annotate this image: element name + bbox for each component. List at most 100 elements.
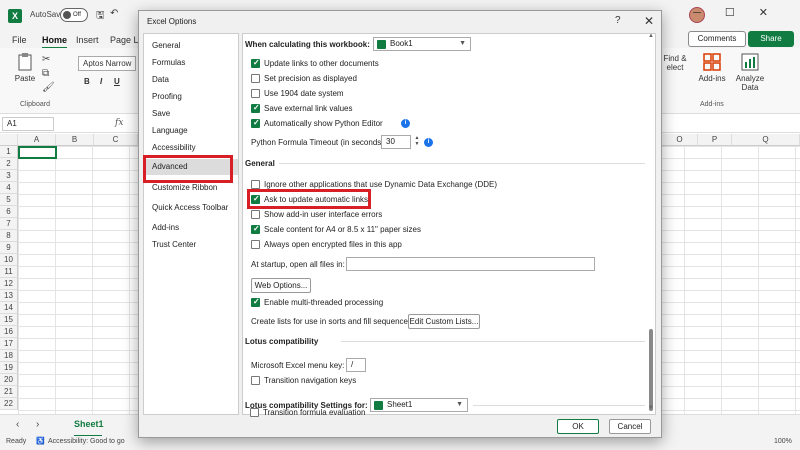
ok-button[interactable]: OK: [557, 419, 599, 434]
nav-item-trust-center[interactable]: Trust Center: [144, 237, 238, 253]
web-options-button[interactable]: Web Options...: [251, 278, 311, 293]
help-icon[interactable]: ?: [615, 15, 621, 26]
save-external-links-checkbox[interactable]: [251, 103, 260, 113]
row-header[interactable]: 13: [0, 290, 18, 302]
row-header[interactable]: 16: [0, 326, 18, 338]
show-addin-errors-checkbox[interactable]: [251, 210, 260, 219]
transition-nav-checkbox[interactable]: [251, 376, 260, 385]
nav-item-quick-access-toolbar[interactable]: Quick Access Toolbar: [144, 200, 238, 216]
col-header-q[interactable]: Q: [732, 134, 800, 146]
python-timeout-input[interactable]: 30: [381, 135, 411, 149]
bold-button[interactable]: B: [84, 77, 90, 86]
nav-item-proofing[interactable]: Proofing: [144, 89, 238, 105]
row-header[interactable]: 4: [0, 182, 18, 194]
nav-item-language[interactable]: Language: [144, 123, 238, 139]
row-header[interactable]: 12: [0, 278, 18, 290]
autosave-toggle[interactable]: Off: [60, 8, 88, 22]
multithread-checkbox[interactable]: [251, 297, 260, 307]
row-header[interactable]: 6: [0, 206, 18, 218]
italic-button[interactable]: I: [100, 77, 102, 86]
cancel-button[interactable]: Cancel: [609, 419, 651, 434]
format-painter-icon[interactable]: 🖌: [42, 82, 55, 93]
row-header[interactable]: 14: [0, 302, 18, 314]
nav-item-formulas[interactable]: Formulas: [144, 55, 238, 71]
row-header[interactable]: 18: [0, 350, 18, 362]
row-header[interactable]: 2: [0, 158, 18, 170]
col-header-a[interactable]: A: [18, 134, 56, 146]
analyze-data-button[interactable]: Analyze Data: [734, 52, 766, 92]
open-encrypted-checkbox[interactable]: [251, 240, 260, 249]
scroll-up-icon[interactable]: ▲: [647, 33, 655, 39]
col-header-c[interactable]: C: [94, 134, 138, 146]
fx-icon[interactable]: fx: [115, 118, 123, 128]
row-header[interactable]: 17: [0, 338, 18, 350]
status-accessibility[interactable]: Accessibility: Good to go: [48, 438, 125, 445]
open-encrypted-label: Always open encrypted files in this app: [264, 240, 402, 249]
zoom-level[interactable]: 100%: [774, 438, 792, 445]
nav-item-accessibility[interactable]: Accessibility: [144, 140, 238, 156]
row-header[interactable]: 9: [0, 242, 18, 254]
scale-content-checkbox[interactable]: [251, 224, 260, 234]
name-box[interactable]: A1: [2, 117, 54, 131]
row-header[interactable]: 3: [0, 170, 18, 182]
underline-button[interactable]: U: [114, 77, 120, 86]
scrollbar-thumb[interactable]: [649, 329, 653, 411]
row-header[interactable]: 8: [0, 230, 18, 242]
tab-home[interactable]: Home: [42, 35, 68, 49]
row-header[interactable]: 10: [0, 254, 18, 266]
startup-folder-input[interactable]: [346, 257, 595, 271]
info-icon[interactable]: i: [424, 138, 433, 147]
row-header[interactable]: 7: [0, 218, 18, 230]
row-header[interactable]: 21: [0, 386, 18, 398]
paste-button[interactable]: Paste: [12, 52, 38, 83]
sheet-tab-sheet1[interactable]: Sheet1: [74, 415, 104, 437]
ignore-dde-checkbox[interactable]: [251, 180, 260, 189]
row-header[interactable]: 22: [0, 398, 18, 410]
row-header[interactable]: 19: [0, 362, 18, 374]
prev-sheet-icon[interactable]: ‹: [16, 419, 19, 430]
ignore-dde-label: Ignore other applications that use Dynam…: [264, 180, 498, 189]
transition-formula-checkbox[interactable]: [250, 408, 259, 417]
row-header[interactable]: 5: [0, 194, 18, 206]
select-all-corner[interactable]: [0, 134, 18, 146]
selected-cell-a1[interactable]: [18, 146, 57, 159]
cut-icon[interactable]: ✂: [42, 54, 50, 65]
col-header-o[interactable]: O: [662, 134, 698, 146]
addins-button[interactable]: Add-ins: [698, 52, 726, 83]
options-scrollbar[interactable]: ▲ ▼: [647, 33, 655, 415]
row-header[interactable]: 11: [0, 266, 18, 278]
tab-insert[interactable]: Insert: [76, 35, 99, 45]
update-links-checkbox[interactable]: [251, 58, 260, 68]
nav-item-save[interactable]: Save: [144, 106, 238, 122]
undo-icon[interactable]: ↶: [110, 8, 118, 19]
copy-icon[interactable]: ⧉: [42, 68, 49, 79]
col-header-b[interactable]: B: [56, 134, 94, 146]
row-header[interactable]: 15: [0, 314, 18, 326]
edit-custom-lists-button[interactable]: Edit Custom Lists...: [408, 314, 480, 329]
save-icon[interactable]: 🖫: [96, 8, 105, 25]
share-button[interactable]: Share: [748, 31, 794, 47]
find-select-button[interactable]: Find & elect: [660, 54, 690, 72]
paste-label: Paste: [14, 74, 36, 83]
nav-item-data[interactable]: Data: [144, 72, 238, 88]
comments-button[interactable]: Comments: [688, 31, 746, 47]
tab-file[interactable]: File: [12, 35, 27, 45]
font-name-box[interactable]: Aptos Narrow: [78, 56, 136, 71]
col-header-p[interactable]: P: [698, 134, 732, 146]
info-icon[interactable]: i: [401, 119, 410, 128]
lotus-sheet-dropdown[interactable]: Sheet1 ▼: [370, 398, 468, 412]
close-icon[interactable]: ✕: [644, 14, 654, 28]
python-editor-checkbox[interactable]: [251, 118, 260, 128]
date-1904-checkbox[interactable]: [251, 89, 260, 98]
workbook-dropdown[interactable]: Book1 ▼: [373, 37, 471, 51]
menu-key-input[interactable]: /: [346, 358, 366, 372]
next-sheet-icon[interactable]: ›: [36, 419, 39, 430]
nav-item-general[interactable]: General: [144, 38, 238, 54]
row-header[interactable]: 20: [0, 374, 18, 386]
timeout-spinner[interactable]: ▲ ▼: [413, 135, 421, 149]
set-precision-checkbox[interactable]: [251, 74, 260, 83]
row-header[interactable]: 1: [0, 146, 18, 158]
scroll-down-icon[interactable]: ▼: [647, 405, 655, 411]
window-controls[interactable]: ─☐✕: [693, 6, 792, 19]
nav-item-add-ins[interactable]: Add-ins: [144, 220, 238, 236]
